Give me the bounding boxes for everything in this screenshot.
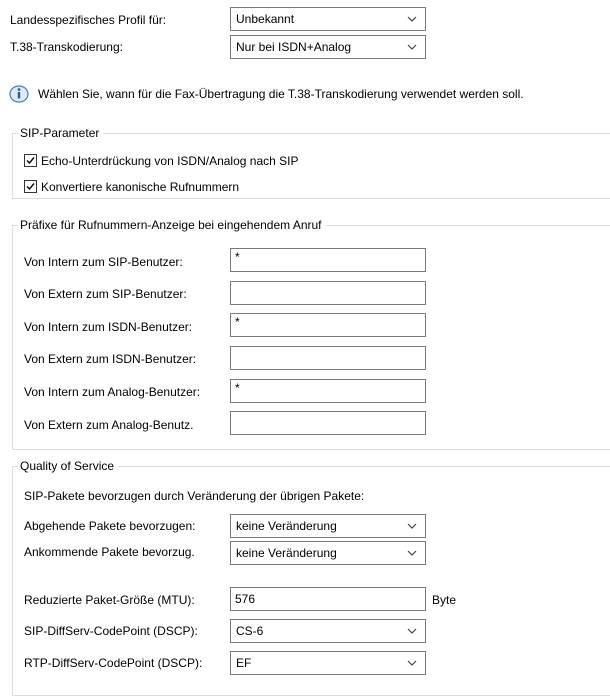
t38-select[interactable]: Nur bei ISDN+Analog [230,35,426,59]
sip-dscp-label: SIP-DiffServ-CodePoint (DSCP): [24,624,198,638]
mtu-label: Reduzierte Paket-Größe (MTU): [24,593,195,607]
echo-suppression-checkbox[interactable] [24,154,37,167]
checkmark-icon [26,183,35,191]
rtp-dscp-value: EF [236,656,252,670]
prefix-label-intern-analog: Von Intern zum Analog-Benutzer: [24,385,201,399]
prefix-input-intern-analog[interactable]: * [230,379,426,403]
prefix-label-extern-isdn: Von Extern zum ISDN-Benutzer: [24,352,197,366]
prefix-input-extern-sip[interactable] [230,281,426,305]
canonical-numbers-checkbox[interactable] [24,180,37,193]
t38-label: T.38-Transkodierung: [10,40,123,54]
info-text: Wählen Sie, wann für die Fax-Übertragung… [38,87,524,101]
rtp-dscp-select[interactable]: EF [230,651,426,675]
prefix-input-extern-isdn[interactable] [230,346,426,370]
rtp-dscp-label: RTP-DiffServ-CodePoint (DSCP): [24,656,203,670]
mtu-value: 576 [235,592,256,606]
chevron-down-icon [407,550,417,556]
checkmark-icon [26,157,35,165]
prefix-input-intern-isdn[interactable]: * [230,313,426,337]
prefix-label-intern-sip: Von Intern zum SIP-Benutzer: [24,255,183,269]
qos-intro-text: SIP-Pakete bevorzugen durch Veränderung … [24,489,365,503]
prefix-value: * [235,315,240,329]
t38-value: Nur bei ISDN+Analog [236,40,352,54]
incoming-label: Ankommende Pakete bevorzug. [24,545,195,559]
incoming-value: keine Veränderung [236,546,337,560]
incoming-priority-select[interactable]: keine Veränderung [230,541,426,565]
prefix-label-extern-sip: Von Extern zum SIP-Benutzer: [24,287,187,301]
chevron-down-icon [407,523,417,529]
chevron-down-icon [407,16,417,22]
outgoing-priority-select[interactable]: keine Veränderung [230,514,426,538]
country-profile-select[interactable]: Unbekannt [230,7,426,31]
prefix-legend: Präfixe für Rufnummern-Anzeige bei einge… [18,218,326,232]
prefix-label-intern-isdn: Von Intern zum ISDN-Benutzer: [24,320,193,334]
echo-suppression-label: Echo-Unterdrückung von ISDN/Analog nach … [41,154,299,168]
country-profile-value: Unbekannt [236,12,295,26]
prefix-value: * [235,250,240,264]
chevron-down-icon [407,660,417,666]
prefix-input-extern-analog[interactable] [230,411,426,435]
info-icon [9,85,29,103]
prefix-value: * [235,381,240,395]
country-profile-label: Landesspezifisches Profil für: [10,13,167,27]
mtu-unit: Byte [432,593,457,607]
sip-dscp-select[interactable]: CS-6 [230,619,426,643]
outgoing-label: Abgehende Pakete bevorzugen: [24,519,196,533]
sip-dscp-value: CS-6 [236,624,264,638]
prefix-label-extern-analog: Von Extern zum Analog-Benutz. [24,418,194,432]
outgoing-value: keine Veränderung [236,519,337,533]
mtu-input[interactable]: 576 [230,587,426,611]
canonical-numbers-label: Konvertiere kanonische Rufnummern [41,180,240,194]
prefix-input-intern-sip[interactable]: * [230,248,426,272]
chevron-down-icon [407,44,417,50]
sip-parameter-legend: SIP-Parameter [18,126,104,140]
qos-legend: Quality of Service [18,459,119,473]
chevron-down-icon [407,628,417,634]
